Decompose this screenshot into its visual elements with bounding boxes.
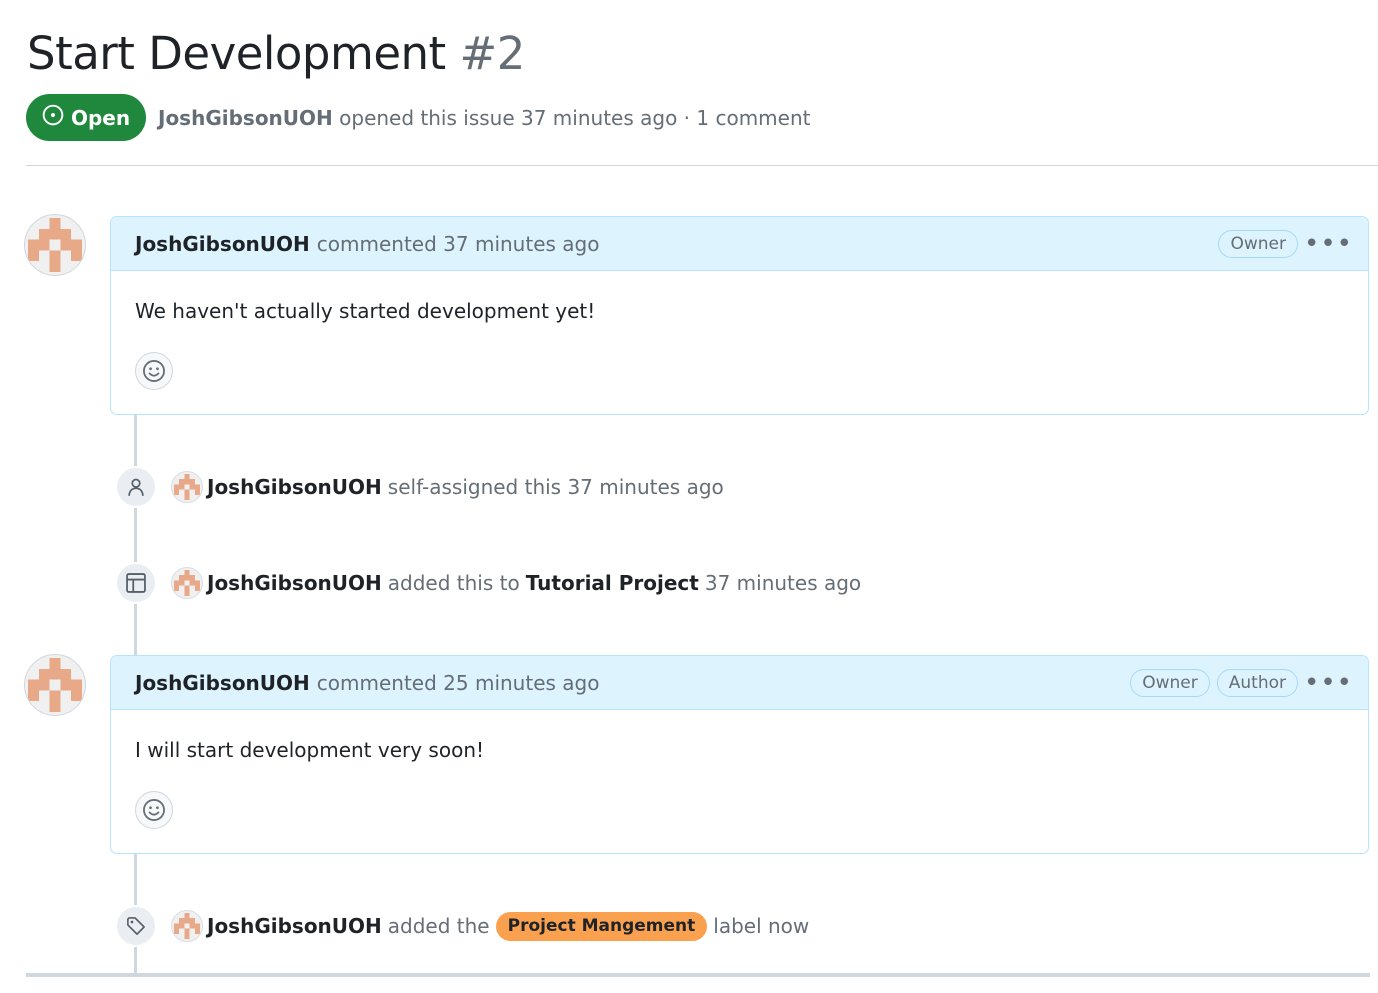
avatar[interactable] <box>24 214 86 276</box>
event-actor-link[interactable]: JoshGibsonUOH <box>207 571 382 595</box>
issue-state-label: Open <box>70 105 131 130</box>
event-text-after: label now <box>713 914 810 938</box>
timeline-event-assigned: JoshGibsonUOH self-assigned this 37 minu… <box>115 466 724 508</box>
label-pill[interactable]: Project Mangement <box>495 911 708 941</box>
issue-opened-text: opened this issue 37 minutes ago · 1 com… <box>339 106 811 130</box>
comment-author-link[interactable]: JoshGibsonUOH <box>135 232 310 256</box>
event-text-before: added the <box>387 914 490 938</box>
comment-header: JoshGibsonUOH commented 37 minutes ago O… <box>111 217 1368 271</box>
comment-author-link[interactable]: JoshGibsonUOH <box>135 671 310 695</box>
issue-number: #2 <box>459 27 525 80</box>
avatar[interactable] <box>171 910 203 942</box>
issue-title: Start Development #2 <box>27 24 525 84</box>
event-actor-link[interactable]: JoshGibsonUOH <box>207 914 382 938</box>
comment-header: JoshGibsonUOH commented 25 minutes ago O… <box>111 656 1368 710</box>
owner-badge: Owner <box>1218 229 1298 258</box>
timeline-event-project: JoshGibsonUOH added this to Tutorial Pro… <box>115 562 861 604</box>
avatar[interactable] <box>171 471 203 503</box>
comment-card: JoshGibsonUOH commented 37 minutes ago O… <box>110 216 1369 415</box>
author-badge: Author <box>1216 668 1298 697</box>
issue-state-badge: Open <box>26 94 146 141</box>
owner-badge: Owner <box>1130 668 1210 697</box>
avatar[interactable] <box>24 654 86 716</box>
kebab-horizontal-icon[interactable]: ••• <box>1304 231 1352 257</box>
event-text-after: 37 minutes ago <box>704 571 862 595</box>
event-text: self-assigned this 37 minutes ago <box>387 475 724 499</box>
person-icon <box>115 466 157 508</box>
issue-opened-icon <box>42 104 64 131</box>
event-actor-link[interactable]: JoshGibsonUOH <box>207 475 382 499</box>
tag-icon <box>115 905 157 947</box>
kebab-horizontal-icon[interactable]: ••• <box>1304 670 1352 696</box>
header-divider <box>26 165 1378 166</box>
identicon-avatar <box>28 658 82 712</box>
issue-author-link[interactable]: JoshGibsonUOH <box>158 106 333 130</box>
timeline-event-labeled: JoshGibsonUOH added the Project Mangemen… <box>115 905 809 947</box>
project-link[interactable]: Tutorial Project <box>526 571 699 595</box>
issue-meta: JoshGibsonUOH opened this issue 37 minut… <box>158 104 810 132</box>
add-reaction-button[interactable] <box>135 791 173 829</box>
issue-title-text: Start Development <box>27 27 446 80</box>
event-text-before: added this to <box>387 571 520 595</box>
comment-timestamp[interactable]: commented 37 minutes ago <box>317 232 600 256</box>
project-table-icon <box>115 562 157 604</box>
add-reaction-button[interactable] <box>135 352 173 390</box>
comment-timestamp[interactable]: commented 25 minutes ago <box>317 671 600 695</box>
smiley-icon <box>143 799 165 821</box>
identicon-avatar <box>28 218 82 272</box>
smiley-icon <box>143 360 165 382</box>
comment-card: JoshGibsonUOH commented 25 minutes ago O… <box>110 655 1369 854</box>
comment-body: We haven't actually started development … <box>135 299 596 323</box>
comment-body: I will start development very soon! <box>135 738 485 762</box>
timeline-end-divider <box>26 973 1370 977</box>
avatar[interactable] <box>171 567 203 599</box>
